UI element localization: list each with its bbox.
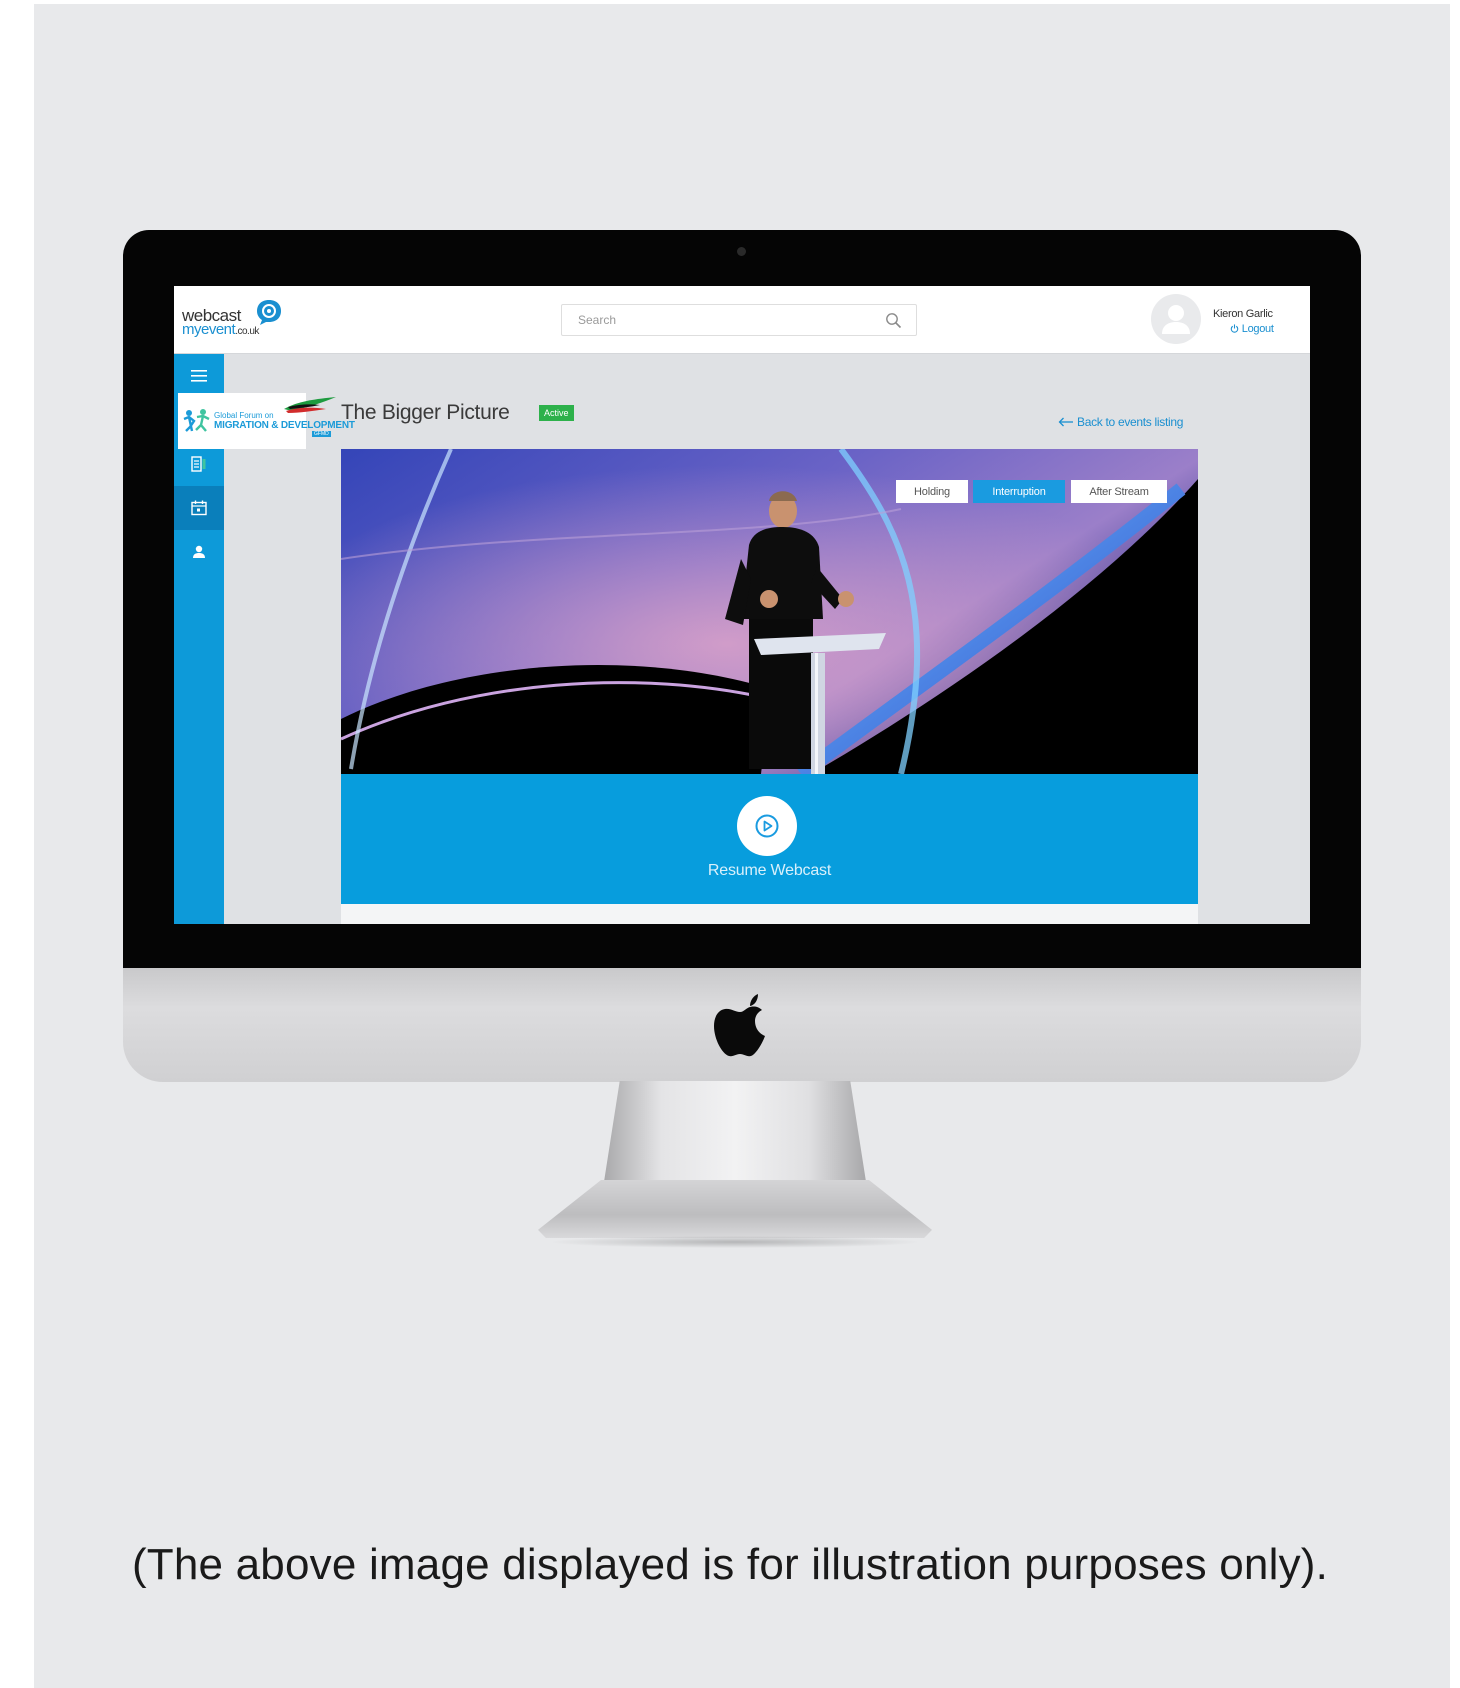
brand-logo[interactable]: webcast myevent.co.uk: [182, 298, 292, 344]
monitor-chin: [123, 968, 1361, 1082]
video-stage-image: [341, 449, 1198, 774]
chat-bubble-icon: [257, 300, 281, 325]
org-logo-line2: MIGRATION & DEVELOPMENT: [214, 420, 355, 431]
content-area: [341, 904, 1198, 924]
calendar-icon: [191, 500, 207, 516]
video-player[interactable]: Holding Interruption After Stream: [341, 449, 1198, 774]
interruption-button[interactable]: Interruption: [973, 480, 1065, 503]
sidebar-item-calendar[interactable]: [174, 486, 224, 530]
power-icon: [1230, 324, 1239, 333]
user-avatar-icon: [1162, 305, 1190, 334]
logout-link[interactable]: Logout: [1230, 323, 1274, 335]
user-name: Kieron Garlic: [1213, 308, 1273, 320]
search-input[interactable]: [562, 305, 882, 335]
event-title: The Bigger Picture: [341, 401, 510, 424]
search-box: [561, 304, 917, 336]
sidebar-item-users[interactable]: [174, 530, 224, 574]
avatar[interactable]: [1151, 294, 1201, 344]
resume-webcast-label: Resume Webcast: [707, 862, 832, 879]
user-icon: [193, 545, 205, 558]
apple-logo-icon: [714, 994, 765, 1057]
speaker-icon: [191, 456, 206, 472]
camera-icon: [737, 247, 746, 256]
people-icon: [183, 409, 210, 432]
sidebar-item-menu[interactable]: [174, 354, 224, 398]
back-to-events-link[interactable]: Back to events listing: [1058, 415, 1183, 429]
resume-webcast-button[interactable]: [737, 796, 797, 856]
holding-button[interactable]: Holding: [896, 480, 968, 503]
stand-shadow: [552, 1236, 918, 1248]
org-logo-line1: Global Forum on: [214, 411, 274, 420]
arrow-left-icon: [1058, 417, 1073, 427]
search-icon[interactable]: [885, 312, 902, 329]
organization-logo: Global Forum on MIGRATION & DEVELOPMENT …: [178, 393, 355, 449]
app-screen: webcast myevent.co.uk Kieron Garlic: [174, 286, 1310, 924]
play-circle-icon: [755, 814, 779, 838]
top-bar: webcast myevent.co.uk Kieron Garlic: [174, 286, 1310, 354]
monitor-stand-base: [538, 1180, 932, 1238]
status-badge: Active: [539, 405, 574, 421]
resume-bar: Resume Webcast: [341, 774, 1198, 904]
after-stream-button[interactable]: After Stream: [1071, 480, 1167, 503]
brand-text-bottom: myevent.co.uk: [182, 321, 259, 338]
illustration-caption: (The above image displayed is for illust…: [131, 1540, 1329, 1589]
wing-logo-icon: [284, 397, 336, 413]
menu-icon: [191, 370, 207, 382]
org-logo-line3: GFMD: [312, 431, 331, 437]
